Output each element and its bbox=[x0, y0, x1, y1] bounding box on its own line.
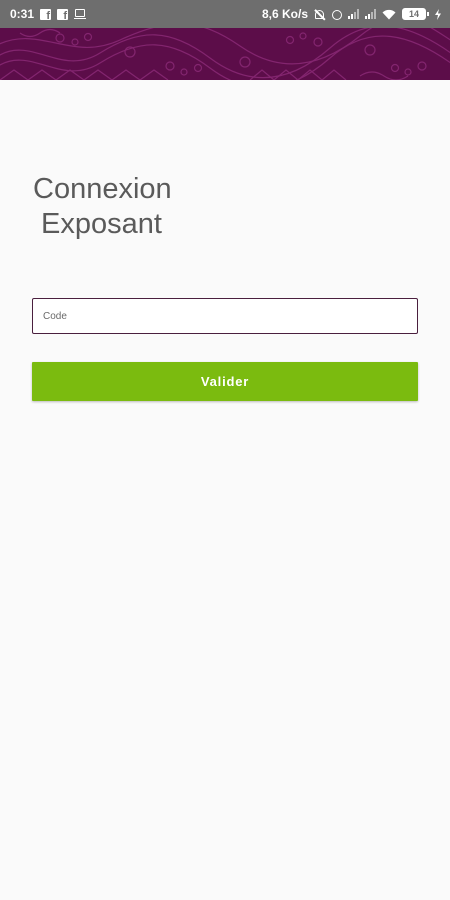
laptop-icon bbox=[74, 9, 87, 19]
battery-level: 14 bbox=[408, 8, 419, 19]
alarm-icon bbox=[331, 9, 342, 20]
status-bar-right: 8,6 Ko/s 14 bbox=[262, 7, 442, 21]
charging-bolt-icon bbox=[435, 8, 441, 20]
signal-icon bbox=[348, 9, 359, 19]
wifi-icon bbox=[382, 9, 396, 19]
decorative-pattern bbox=[0, 28, 450, 80]
status-time: 0:31 bbox=[10, 7, 35, 21]
facebook-icon bbox=[40, 8, 52, 22]
status-bar-left: 0:31 bbox=[10, 7, 87, 22]
validate-button[interactable]: Valider bbox=[32, 362, 418, 401]
code-input[interactable] bbox=[32, 298, 418, 334]
page-title-line1: Connexion bbox=[33, 173, 172, 205]
network-speed: 8,6 Ko/s bbox=[261, 7, 308, 21]
header-banner bbox=[0, 28, 450, 80]
battery-icon: 14 bbox=[402, 8, 429, 20]
page-title: Connexion Exposant bbox=[33, 172, 172, 242]
signal-icon bbox=[365, 9, 376, 19]
facebook-icon bbox=[57, 8, 69, 22]
status-bar: 0:31 8,6 Ko/s 14 bbox=[0, 0, 450, 28]
bell-off-icon bbox=[314, 9, 325, 20]
page-title-line2: Exposant bbox=[41, 208, 162, 240]
